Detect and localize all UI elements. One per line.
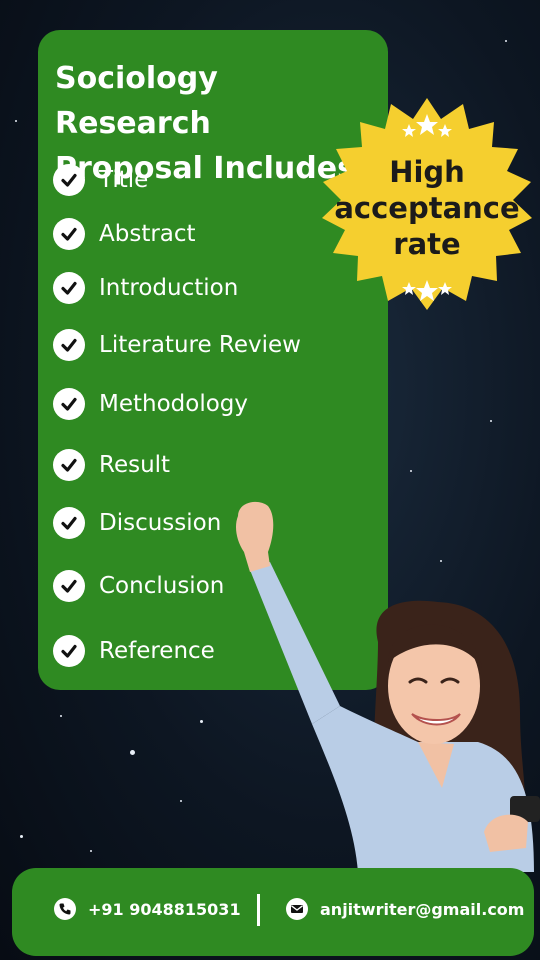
list-item: Title: [53, 164, 148, 196]
check-icon: [53, 449, 85, 481]
check-icon: [53, 218, 85, 250]
check-icon: [53, 164, 85, 196]
list-item-label: Title: [99, 167, 149, 193]
list-item-label: Introduction: [99, 275, 239, 301]
list-item: Introduction: [53, 272, 238, 304]
check-icon: [53, 388, 85, 420]
badge-line2: acceptance: [334, 191, 520, 225]
list-item-label: Discussion: [99, 510, 222, 536]
list-item-label: Literature Review: [99, 332, 301, 358]
contact-footer: +91 9048815031 anjitwriter@gmail.com: [12, 868, 534, 956]
phone-icon: [54, 898, 76, 920]
check-icon: [53, 635, 85, 667]
list-item-label: Result: [99, 452, 171, 478]
list-item: Abstract: [53, 218, 196, 250]
list-item: Conclusion: [53, 570, 224, 602]
check-icon: [53, 272, 85, 304]
list-item: Reference: [53, 635, 215, 667]
badge-line1: High: [389, 155, 465, 189]
email-contact[interactable]: anjitwriter@gmail.com: [286, 898, 524, 920]
acceptance-badge: High acceptance rate: [317, 96, 537, 318]
list-item-label: Abstract: [99, 221, 196, 247]
footer-divider: [257, 894, 260, 926]
check-icon: [53, 507, 85, 539]
list-item: Discussion: [53, 507, 221, 539]
celebrating-woman-photo: [228, 492, 540, 872]
email-address: anjitwriter@gmail.com: [320, 899, 525, 919]
list-item: Methodology: [53, 388, 248, 420]
phone-contact[interactable]: +91 9048815031: [54, 898, 241, 920]
check-icon: [53, 570, 85, 602]
badge-line3: rate: [393, 227, 461, 261]
mail-icon: [286, 898, 308, 920]
list-item: Literature Review: [53, 329, 301, 361]
list-item-label: Reference: [99, 638, 215, 664]
phone-number: +91 9048815031: [88, 899, 241, 919]
check-icon: [53, 329, 85, 361]
list-item: Result: [53, 449, 170, 481]
list-item-label: Methodology: [99, 391, 249, 417]
list-item-label: Conclusion: [99, 573, 225, 599]
badge-text: High acceptance rate: [317, 154, 537, 262]
